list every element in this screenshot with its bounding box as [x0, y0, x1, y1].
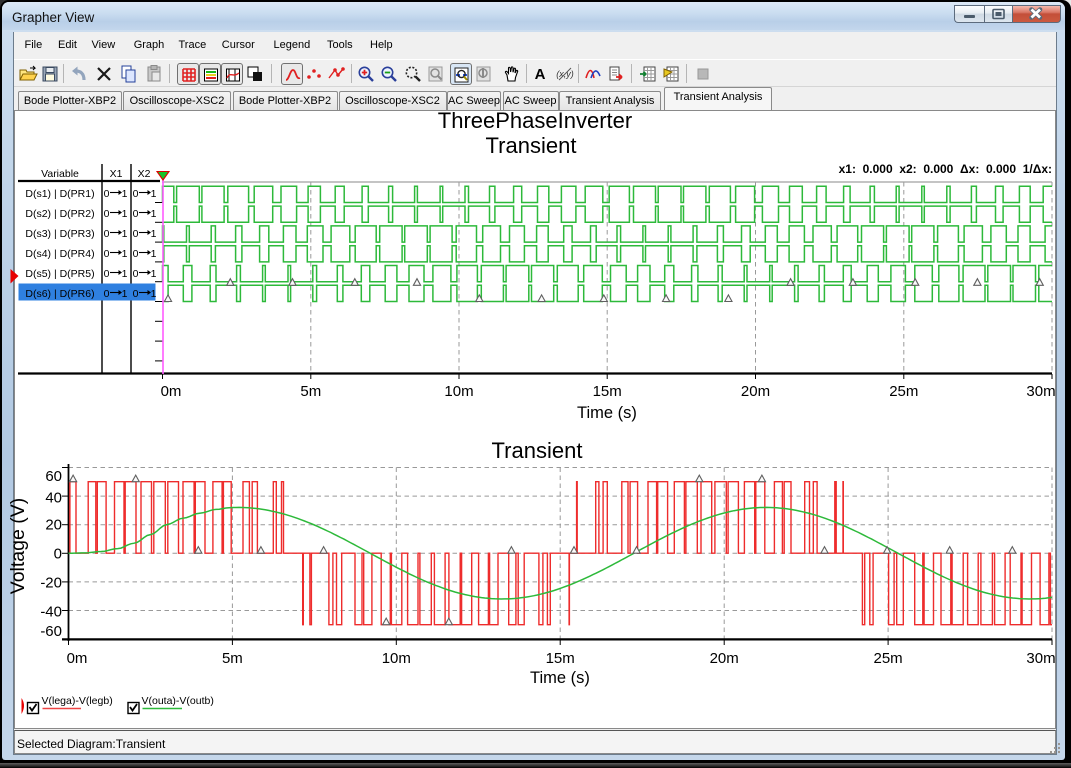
svg-text:20: 20 — [45, 517, 62, 534]
svg-text:1: 1 — [122, 268, 128, 280]
svg-text:0: 0 — [133, 188, 139, 200]
svg-text:D(s5) | D(PR5): D(s5) | D(PR5) — [25, 268, 94, 280]
svg-text:X2: X2 — [138, 168, 151, 180]
svg-text:Transient: Transient — [492, 438, 583, 463]
svg-text:0: 0 — [54, 546, 62, 563]
svg-text:-40: -40 — [40, 603, 62, 620]
svg-text:60: 60 — [45, 468, 62, 485]
svg-text:Time (s): Time (s) — [530, 669, 590, 687]
svg-text:0: 0 — [104, 268, 110, 280]
svg-text:V(lega)-V(legb): V(lega)-V(legb) — [42, 695, 113, 707]
svg-text:1: 1 — [122, 208, 128, 220]
svg-text:5m: 5m — [222, 650, 243, 667]
svg-text:0: 0 — [133, 208, 139, 220]
svg-text:0: 0 — [133, 288, 139, 300]
svg-text:30m: 30m — [1026, 650, 1055, 667]
svg-text:10m: 10m — [444, 383, 473, 400]
svg-text:0m: 0m — [161, 383, 182, 400]
svg-text:15m: 15m — [546, 650, 575, 667]
svg-text:-20: -20 — [40, 575, 62, 592]
svg-text:5m: 5m — [300, 383, 321, 400]
svg-text:Transient: Transient — [486, 133, 577, 158]
svg-text:25m: 25m — [874, 650, 903, 667]
svg-text:0: 0 — [104, 188, 110, 200]
svg-text:15m: 15m — [593, 383, 622, 400]
svg-text:1: 1 — [151, 268, 157, 280]
svg-text:0: 0 — [104, 288, 110, 300]
svg-text:1: 1 — [151, 248, 157, 260]
svg-text:1: 1 — [151, 288, 157, 300]
svg-text:D(s3) | D(PR3): D(s3) | D(PR3) — [25, 228, 94, 240]
svg-text:0: 0 — [133, 228, 139, 240]
svg-text:V(outa)-V(outb): V(outa)-V(outb) — [142, 695, 214, 707]
svg-text:Voltage (V): Voltage (V) — [7, 498, 29, 594]
svg-text:20m: 20m — [710, 650, 739, 667]
svg-text:20m: 20m — [741, 383, 770, 400]
svg-text:10m: 10m — [382, 650, 411, 667]
svg-text:1: 1 — [122, 288, 128, 300]
svg-text:0: 0 — [104, 208, 110, 220]
svg-text:1: 1 — [151, 208, 157, 220]
svg-text:D(s4) | D(PR4): D(s4) | D(PR4) — [25, 248, 94, 260]
svg-text:Time (s): Time (s) — [577, 404, 637, 422]
svg-text:0: 0 — [133, 268, 139, 280]
svg-text:0: 0 — [104, 228, 110, 240]
svg-text:X1: X1 — [110, 168, 123, 180]
svg-text:25m: 25m — [889, 383, 918, 400]
svg-text:0: 0 — [104, 248, 110, 260]
svg-text:ThreePhaseInverter: ThreePhaseInverter — [438, 108, 632, 133]
svg-text:D(s2) | D(PR2): D(s2) | D(PR2) — [25, 208, 94, 220]
svg-text:x1: 0.000 x2: 0.000 Δx: 0: x1: 0.000 x2: 0.000 Δx: 0.000 1/Δx: — [839, 162, 1052, 176]
svg-text:30m: 30m — [1026, 383, 1055, 400]
svg-text:40: 40 — [45, 489, 62, 506]
svg-text:1: 1 — [122, 228, 128, 240]
svg-text:-60: -60 — [40, 623, 62, 640]
svg-text:D(s6) | D(PR6): D(s6) | D(PR6) — [25, 288, 94, 300]
svg-text:1: 1 — [151, 188, 157, 200]
svg-text:0m: 0m — [67, 650, 88, 667]
svg-text:Variable: Variable — [41, 168, 79, 180]
svg-text:1: 1 — [122, 188, 128, 200]
svg-text:1: 1 — [122, 248, 128, 260]
svg-text:1: 1 — [151, 228, 157, 240]
svg-text:0: 0 — [133, 248, 139, 260]
svg-text:D(s1) | D(PR1): D(s1) | D(PR1) — [25, 188, 94, 200]
